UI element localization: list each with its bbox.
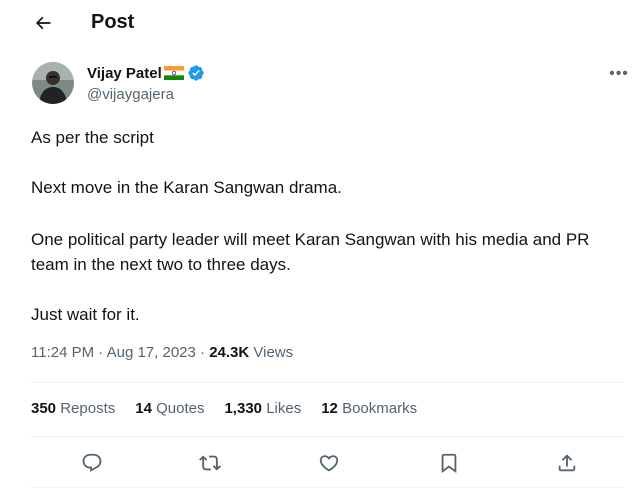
divider bbox=[31, 382, 624, 383]
post-header: Post bbox=[0, 0, 640, 48]
repost-button[interactable] bbox=[197, 450, 223, 476]
meta-separator: · bbox=[94, 344, 107, 361]
bookmark-button[interactable] bbox=[436, 450, 462, 476]
views-count: 24.3K bbox=[209, 344, 250, 361]
bookmarks-stat[interactable]: 12 Bookmarks bbox=[321, 400, 417, 417]
engagement-stats: 350 Reposts 14 Quotes 1,330 Likes 12 Boo… bbox=[31, 400, 437, 417]
more-dots-icon: ••• bbox=[609, 65, 629, 82]
tweet-time[interactable]: 11:24 PM bbox=[31, 344, 94, 361]
likes-label: Likes bbox=[266, 400, 302, 417]
tweet-date[interactable]: Aug 17, 2023 bbox=[107, 344, 196, 361]
india-flag-icon bbox=[163, 66, 184, 80]
arrow-left-icon bbox=[35, 16, 51, 30]
reposts-stat[interactable]: 350 Reposts bbox=[31, 400, 115, 417]
action-bar bbox=[0, 446, 640, 478]
tweet-text-line: Just wait for it. bbox=[31, 305, 140, 324]
bookmark-icon bbox=[441, 453, 457, 474]
tweet-text-line: Next move in the Karan Sangwan drama. bbox=[31, 178, 342, 197]
author-handle[interactable]: @vijaygajera bbox=[87, 86, 174, 103]
bookmarks-label: Bookmarks bbox=[342, 400, 418, 417]
reply-icon bbox=[82, 453, 102, 472]
repost-icon bbox=[199, 455, 221, 471]
views-label: Views bbox=[249, 344, 294, 361]
share-button[interactable] bbox=[554, 450, 580, 476]
reposts-label: Reposts bbox=[60, 400, 116, 417]
author-name[interactable]: Vijay Patel bbox=[87, 65, 162, 82]
verified-badge-icon[interactable] bbox=[187, 64, 205, 82]
more-options-button[interactable]: ••• bbox=[605, 62, 633, 86]
tweet-text-line: As per the script bbox=[31, 128, 154, 147]
like-button[interactable] bbox=[316, 450, 342, 476]
divider bbox=[31, 436, 624, 437]
share-icon bbox=[558, 454, 576, 472]
quotes-label: Quotes bbox=[156, 400, 205, 417]
heart-icon bbox=[319, 455, 339, 472]
quotes-count: 14 bbox=[135, 400, 152, 417]
avatar[interactable] bbox=[32, 62, 74, 104]
back-button[interactable] bbox=[30, 10, 56, 36]
meta-separator: · bbox=[195, 344, 210, 361]
page-title: Post bbox=[91, 11, 135, 33]
avatar-image bbox=[32, 62, 74, 104]
reply-button[interactable] bbox=[79, 450, 105, 476]
reposts-count: 350 bbox=[31, 400, 57, 417]
quotes-stat[interactable]: 14 Quotes bbox=[135, 400, 204, 417]
tweet-metadata: 11:24 PM · Aug 17, 2023 · 24.3K Views bbox=[31, 344, 293, 361]
likes-stat[interactable]: 1,330 Likes bbox=[224, 400, 301, 417]
tweet-text-line: One political party leader will meet Kar… bbox=[31, 230, 590, 274]
bookmarks-count: 12 bbox=[321, 400, 338, 417]
likes-count: 1,330 bbox=[224, 400, 263, 417]
author-name-row: Vijay Patel bbox=[87, 63, 205, 83]
divider bbox=[31, 487, 624, 488]
